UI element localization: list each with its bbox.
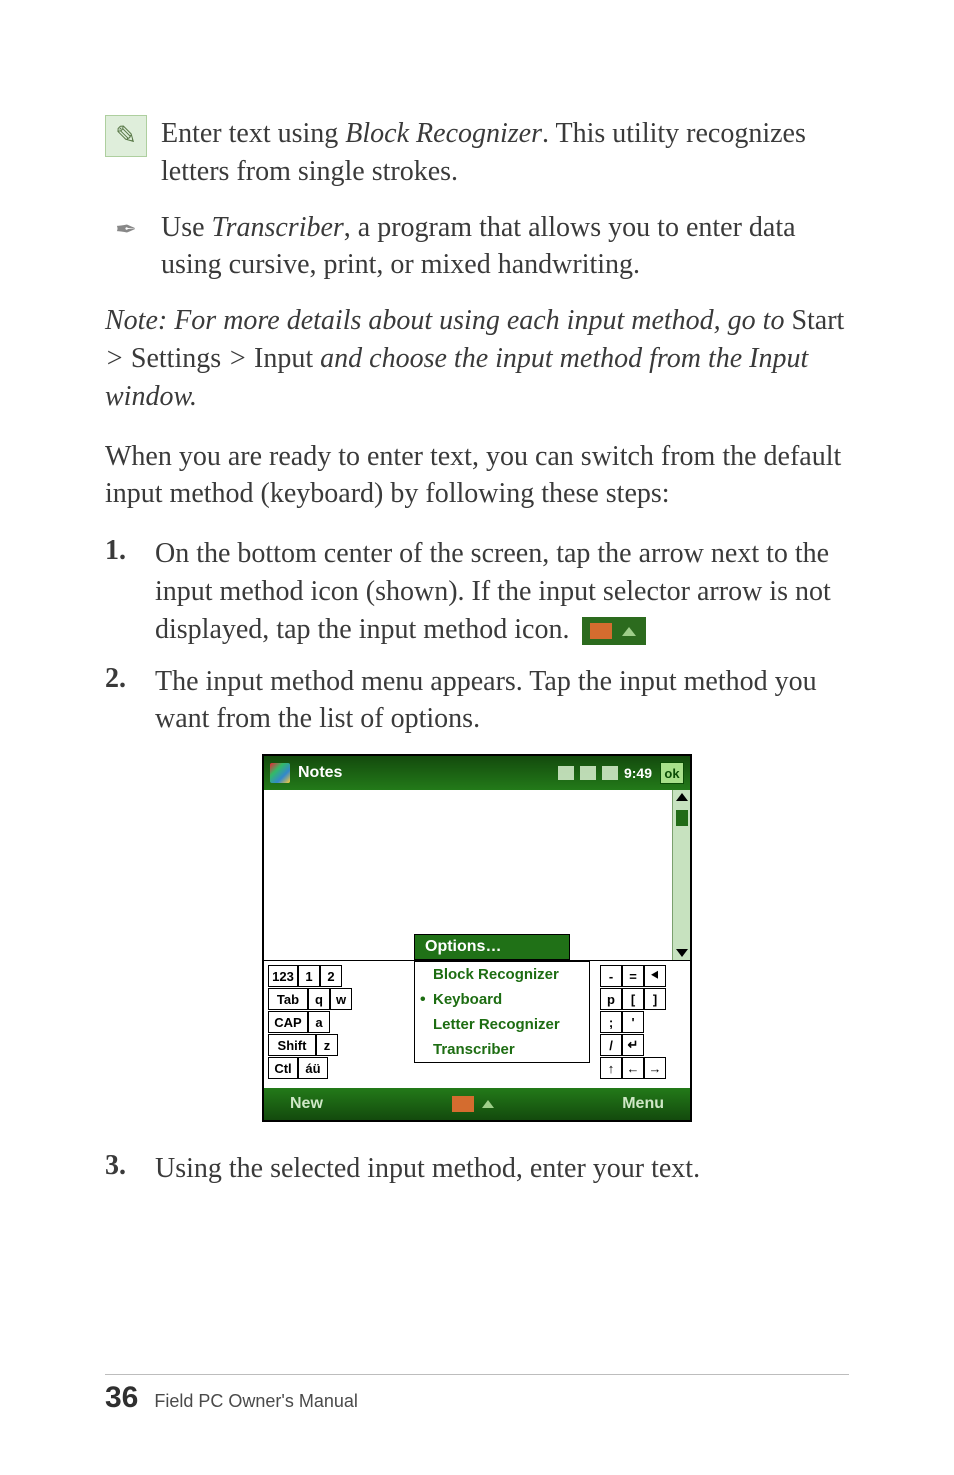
key-123[interactable]: 123: [268, 965, 298, 987]
connectivity-icon[interactable]: [558, 766, 574, 780]
block-recognizer-text: Enter text using Block Recognizer. This …: [161, 115, 849, 191]
key-a[interactable]: a: [308, 1011, 330, 1033]
note-paragraph: Note: For more details about using each …: [105, 302, 849, 415]
softkey-menu[interactable]: Menu: [622, 1095, 664, 1113]
note-path1: Start: [791, 305, 844, 336]
key-semicolon[interactable]: ;: [600, 1011, 622, 1033]
menu-item-block-recognizer[interactable]: Block Recognizer: [415, 962, 589, 987]
signal-icon[interactable]: [580, 766, 596, 780]
titlebar: Notes 9:49 ok: [264, 756, 690, 790]
key-w[interactable]: w: [330, 988, 352, 1010]
options-menu-item[interactable]: Options…: [414, 934, 570, 960]
key-1[interactable]: 1: [298, 965, 320, 987]
key-tab[interactable]: Tab: [268, 988, 308, 1010]
page-number: 36: [105, 1381, 138, 1415]
note-sep1: >: [105, 343, 131, 374]
key-z[interactable]: z: [316, 1034, 338, 1056]
note-sep2: >: [221, 343, 254, 374]
input-selector[interactable]: [452, 1096, 494, 1112]
ok-button[interactable]: ok: [660, 762, 684, 784]
key-rbracket[interactable]: ]: [644, 988, 666, 1010]
step-3: 3. Using the selected input method, ente…: [105, 1150, 849, 1188]
keyboard-left: 123 1 2 Tab q w CAP a Shift: [268, 965, 352, 1080]
transcriber-icon: ✒: [105, 209, 147, 251]
menu-item-keyboard[interactable]: Keyboard: [415, 987, 589, 1012]
key-2[interactable]: 2: [320, 965, 342, 987]
keyboard-icon: [452, 1096, 474, 1112]
step-3-text: Using the selected input method, enter y…: [155, 1150, 849, 1188]
app-title: Notes: [298, 764, 558, 782]
tr-em: Transcriber: [212, 212, 344, 243]
status-tray: 9:49: [558, 765, 652, 781]
key-up[interactable]: ↑: [600, 1057, 622, 1079]
start-flag-icon[interactable]: [270, 763, 290, 783]
note-lead: Note: For more details about using each …: [105, 305, 791, 336]
step-2-text: The input method menu appears. Tap the i…: [155, 663, 849, 739]
step-2-number: 2.: [105, 663, 126, 695]
input-method-icon: [582, 617, 646, 645]
note-path2: Settings: [131, 343, 221, 374]
key-accents[interactable]: áü: [298, 1057, 328, 1079]
page-footer: 36 Field PC Owner's Manual: [105, 1381, 358, 1415]
scroll-thumb[interactable]: [676, 810, 688, 826]
step-3-number: 3.: [105, 1150, 126, 1182]
note-path3: Input: [254, 343, 313, 374]
key-enter[interactable]: ↵: [622, 1034, 644, 1056]
key-equals[interactable]: =: [622, 965, 644, 987]
br-pre: Enter text using: [161, 118, 345, 149]
keyboard-right: - = ⯇ p [ ] ; ' / ↵: [600, 965, 666, 1080]
transcriber-text: Use Transcriber, a program that allows y…: [161, 209, 849, 285]
step-2: 2. The input method menu appears. Tap th…: [105, 663, 849, 739]
volume-icon[interactable]: [602, 766, 618, 780]
key-apostrophe[interactable]: ': [622, 1011, 644, 1033]
note-canvas[interactable]: Options…: [264, 790, 690, 960]
step-1-text: On the bottom center of the screen, tap …: [155, 535, 849, 648]
key-backspace[interactable]: ⯇: [644, 965, 666, 987]
tr-pre: Use: [161, 212, 212, 243]
step-1-number: 1.: [105, 535, 126, 567]
intro-paragraph: When you are ready to enter text, you ca…: [105, 438, 849, 514]
footer-title: Field PC Owner's Manual: [154, 1391, 358, 1412]
footer-rule: [105, 1374, 849, 1375]
key-lbracket[interactable]: [: [622, 988, 644, 1010]
key-cap[interactable]: CAP: [268, 1011, 308, 1033]
block-recognizer-icon: ✎: [105, 115, 147, 157]
key-minus[interactable]: -: [600, 965, 622, 987]
key-right[interactable]: →: [644, 1057, 666, 1079]
key-shift[interactable]: Shift: [268, 1034, 316, 1056]
key-slash[interactable]: /: [600, 1034, 622, 1056]
vertical-scrollbar[interactable]: [672, 790, 690, 960]
menu-item-transcriber[interactable]: Transcriber: [415, 1037, 589, 1062]
bottom-bar: New Menu: [264, 1088, 690, 1120]
key-ctl[interactable]: Ctl: [268, 1057, 298, 1079]
key-q[interactable]: q: [308, 988, 330, 1010]
softkey-new[interactable]: New: [290, 1095, 323, 1113]
menu-item-letter-recognizer[interactable]: Letter Recognizer: [415, 1012, 589, 1037]
device-screenshot: Notes 9:49 ok Options…: [262, 754, 692, 1122]
br-em: Block Recognizer: [345, 118, 542, 149]
key-p[interactable]: p: [600, 988, 622, 1010]
clock: 9:49: [624, 765, 652, 781]
keyboard-area: 123 1 2 Tab q w CAP a Shift: [264, 960, 690, 1088]
scroll-up-icon[interactable]: [676, 793, 688, 801]
scroll-down-icon[interactable]: [676, 949, 688, 957]
input-method-menu: Block Recognizer Keyboard Letter Recogni…: [414, 961, 590, 1063]
step-1: 1. On the bottom center of the screen, t…: [105, 535, 849, 648]
key-left[interactable]: ←: [622, 1057, 644, 1079]
chevron-up-icon: [482, 1100, 494, 1108]
